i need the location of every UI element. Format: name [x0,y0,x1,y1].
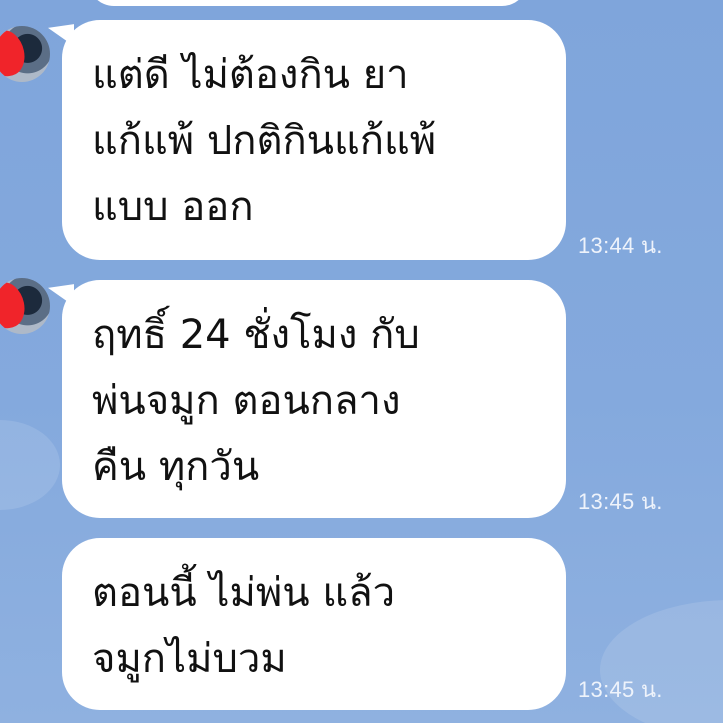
redaction-mark [0,26,29,80]
message-timestamp: 13:44 น. [578,233,663,258]
message-timestamp: 13:45 น. [578,677,663,702]
message-timestamp: 13:45 น. [578,489,663,514]
message-text-line: พ่นจมูก ตอนกลาง [92,378,401,424]
message-text-line: แก้แพ้ ปกติกินแก้แพ้ [92,118,437,164]
previous-message-bubble[interactable] [88,0,528,6]
sender-avatar[interactable] [0,278,50,334]
background-cloud [0,420,60,510]
message-text-line: ฤทธิ์ 24 ชั่งโมง กับ [92,312,420,358]
message-text-line: ตอนนี้ ไม่พ่น แล้ว [92,570,396,616]
message-bubble[interactable]: ตอนนี้ ไม่พ่น แล้ว จมูกไม่บวม [62,538,566,710]
message-text-line: จมูกไม่บวม [92,636,287,682]
message-text-line: คืน ทุกวัน [92,444,260,490]
redaction-mark [0,278,29,332]
message-text-line: แต่ดี ไม่ต้องกิน ยา [92,52,409,98]
message-text-line: แบบ ออก [92,184,254,230]
message-bubble[interactable]: แต่ดี ไม่ต้องกิน ยา แก้แพ้ ปกติกินแก้แพ้… [62,20,566,260]
chat-area: แต่ดี ไม่ต้องกิน ยา แก้แพ้ ปกติกินแก้แพ้… [0,0,723,723]
message-bubble[interactable]: ฤทธิ์ 24 ชั่งโมง กับ พ่นจมูก ตอนกลาง คืน… [62,280,566,518]
sender-avatar[interactable] [0,26,50,82]
